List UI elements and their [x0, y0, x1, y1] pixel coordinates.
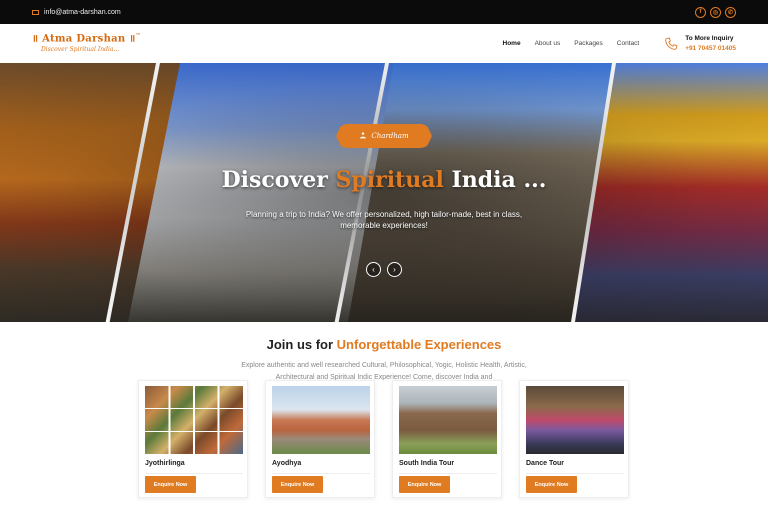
hero-badge: Chardham: [336, 124, 432, 148]
nav-item-about[interactable]: About us: [535, 40, 561, 47]
contact-email[interactable]: info@atma-darshan.com: [32, 9, 121, 16]
nav-item-contact[interactable]: Contact: [617, 40, 639, 47]
tour-card-image[interactable]: [272, 386, 370, 454]
top-bar: info@atma-darshan.com f ◎ ✆: [0, 0, 768, 24]
carousel-next-icon[interactable]: ›: [387, 262, 402, 277]
mail-icon: [32, 9, 39, 15]
card-divider: [399, 473, 497, 474]
nav-menu: Home About us Packages Contact: [503, 40, 640, 47]
hero-badge-text: Chardham: [371, 132, 409, 140]
tour-card-image[interactable]: [399, 386, 497, 454]
hero-subtitle: Planning a trip to India? We offer perso…: [245, 210, 523, 230]
tour-cards: Jyothirlinga Enquire Now Ayodhya Enquire…: [138, 380, 629, 498]
hero-carousel-controls: ‹ ›: [366, 262, 402, 277]
inquiry-label: To More Inquiry: [685, 35, 734, 42]
instagram-icon[interactable]: ◎: [710, 6, 721, 18]
tour-card-title[interactable]: Dance Tour: [526, 460, 622, 467]
enquire-now-button[interactable]: Enquire Now: [272, 476, 323, 493]
inquiry-phone[interactable]: +91 70457 01405: [685, 45, 736, 52]
inquiry-text: To More Inquiry +91 70457 01405: [685, 35, 736, 52]
tour-card-title[interactable]: South India Tour: [399, 460, 495, 467]
card-divider: [526, 473, 624, 474]
carousel-prev-icon[interactable]: ‹: [366, 262, 381, 277]
section-description: Explore authentic and well researched Cu…: [241, 362, 527, 381]
logo-tagline: Discover Spiritual India...: [41, 45, 120, 53]
meditation-icon: [360, 132, 367, 139]
social-links: f ◎ ✆: [695, 6, 736, 18]
enquire-now-button[interactable]: Enquire Now: [399, 476, 450, 493]
tour-card-title[interactable]: Jyothirlinga: [145, 460, 241, 467]
card-divider: [272, 473, 370, 474]
tour-card-image[interactable]: [526, 386, 624, 454]
tour-card[interactable]: South India Tour Enquire Now: [392, 380, 502, 498]
facebook-icon[interactable]: f: [695, 6, 706, 18]
email-text[interactable]: info@atma-darshan.com: [44, 9, 121, 16]
site-logo[interactable]: ॥ Atma Darshan ॥™ Discover Spiritual Ind…: [32, 34, 141, 52]
enquire-now-button[interactable]: Enquire Now: [526, 476, 577, 493]
inquiry-block[interactable]: To More Inquiry +91 70457 01405: [663, 35, 736, 52]
tour-card[interactable]: Jyothirlinga Enquire Now: [138, 380, 248, 498]
phone-icon: [665, 37, 678, 50]
card-divider: [145, 473, 243, 474]
nav-item-home[interactable]: Home: [503, 40, 521, 47]
tour-card-image[interactable]: [145, 386, 243, 454]
nav-item-packages[interactable]: Packages: [574, 40, 603, 47]
section-title: Join us for Unforgettable Experiences: [266, 337, 502, 352]
tour-card[interactable]: Ayodhya Enquire Now: [265, 380, 375, 498]
whatsapp-icon[interactable]: ✆: [725, 6, 736, 18]
main-navbar: ॥ Atma Darshan ॥™ Discover Spiritual Ind…: [0, 24, 768, 63]
enquire-now-button[interactable]: Enquire Now: [145, 476, 196, 493]
hero-title: Discover Spiritual India ...: [221, 167, 547, 193]
tour-card-title[interactable]: Ayodhya: [272, 460, 368, 467]
logo-name: ॥ Atma Darshan ॥™: [32, 33, 141, 45]
tour-card[interactable]: Dance Tour Enquire Now: [519, 380, 629, 498]
